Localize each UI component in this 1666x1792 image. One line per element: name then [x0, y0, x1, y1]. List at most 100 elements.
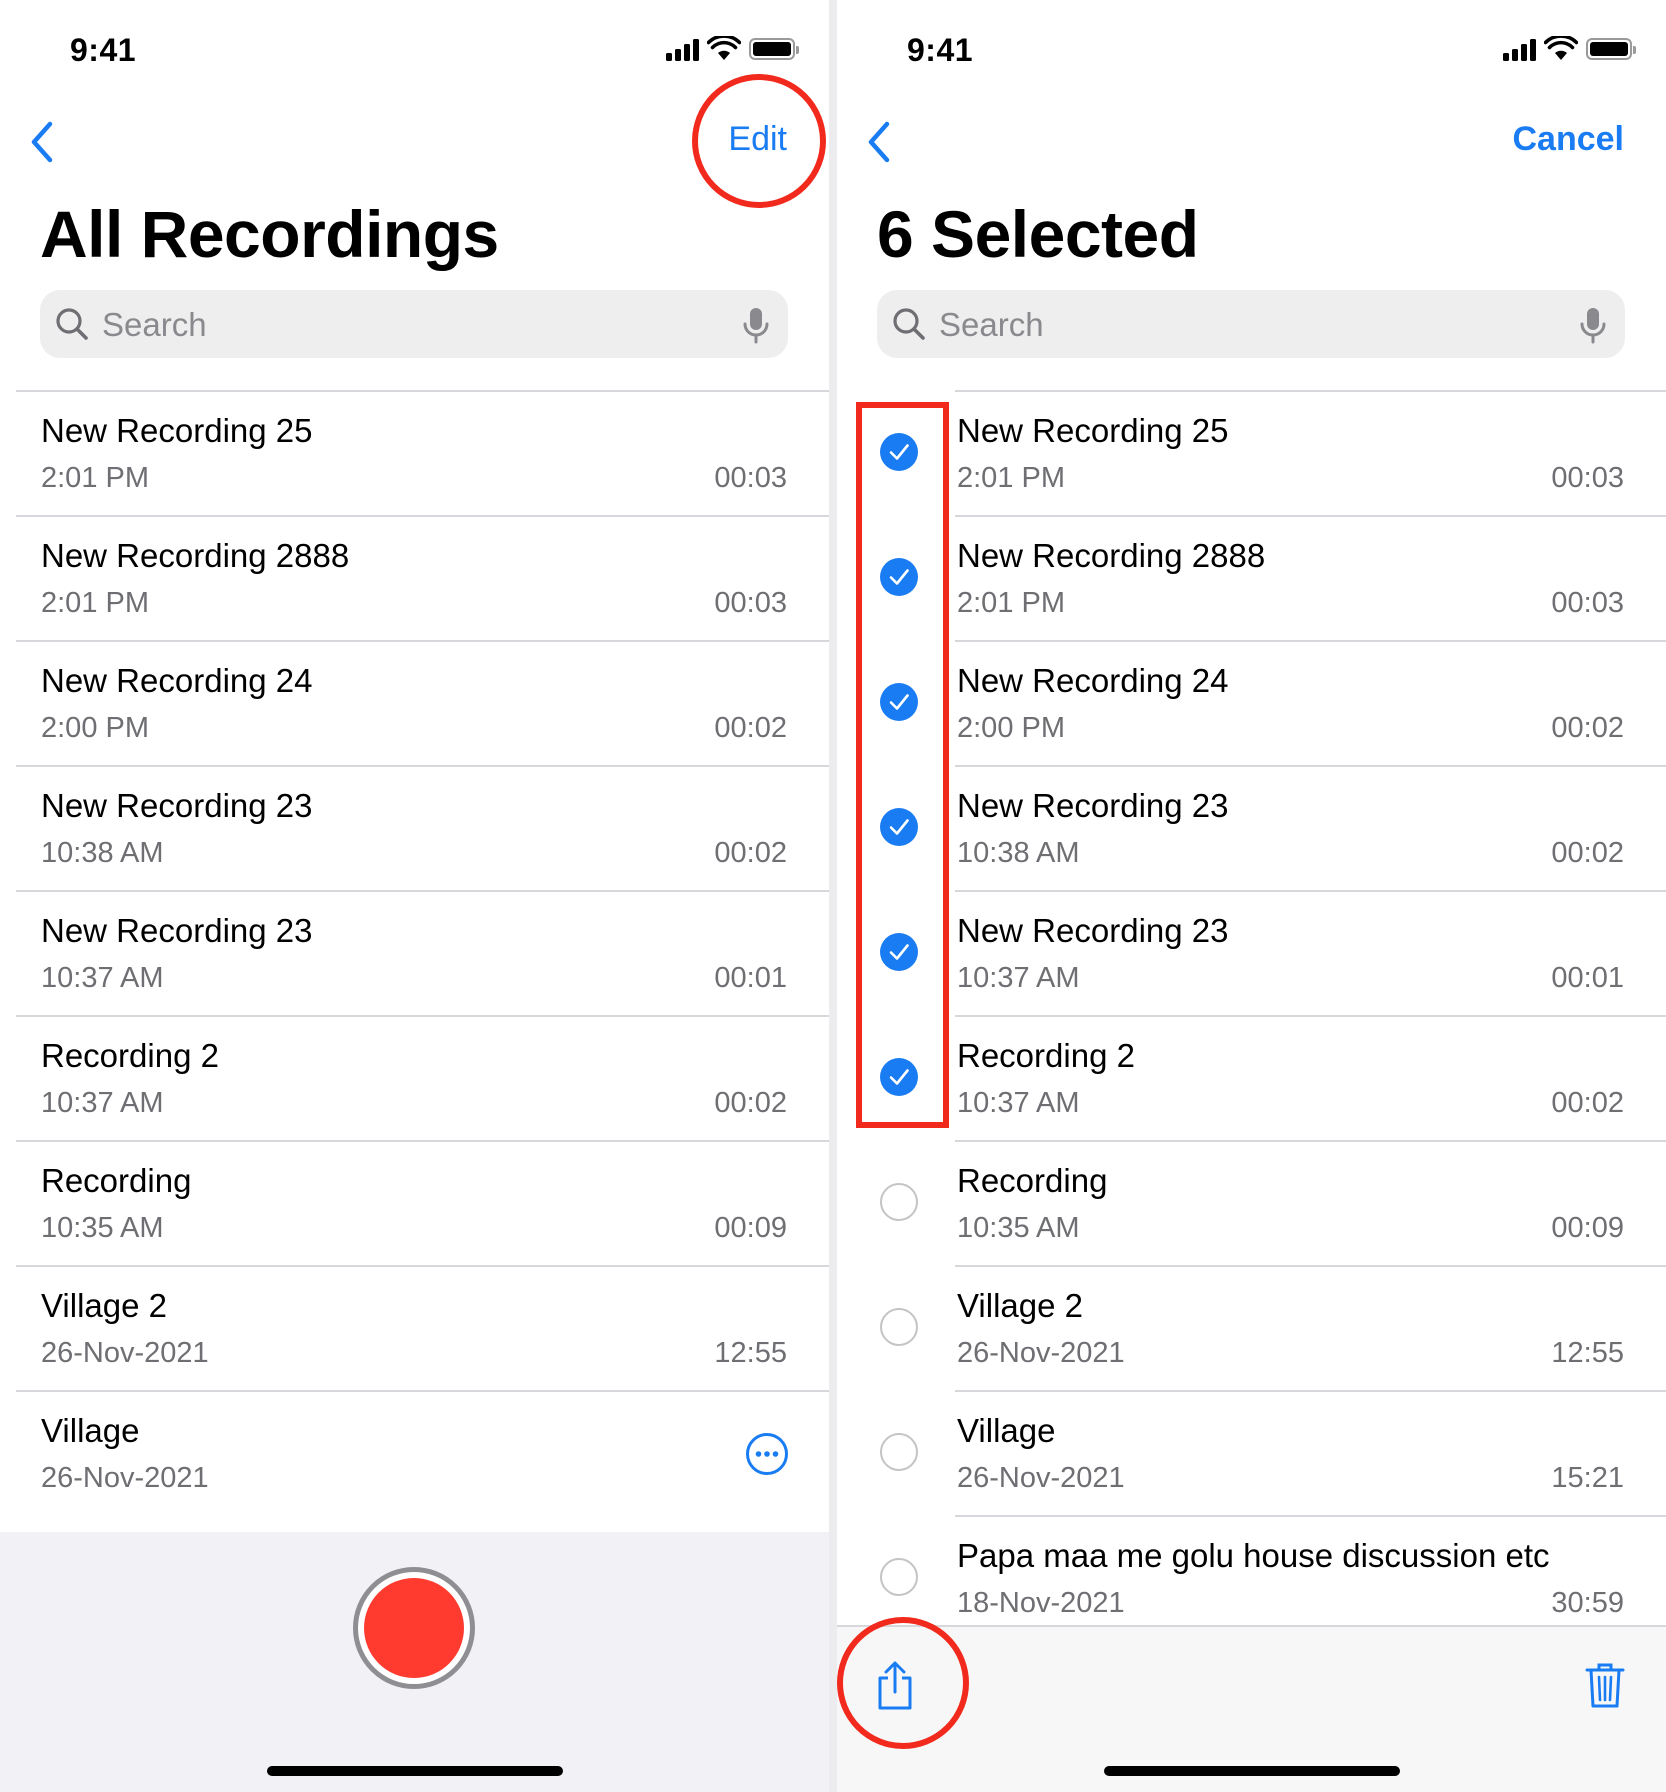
selected-checkmark-icon[interactable] — [880, 558, 918, 596]
recording-duration: 00:09 — [714, 1212, 787, 1244]
recording-duration: 00:03 — [714, 587, 787, 619]
search-bar[interactable] — [877, 290, 1625, 360]
recording-title: Village 2 — [41, 1287, 167, 1324]
recording-date: 2:00 PM — [957, 712, 1065, 744]
recording-date: 10:37 AM — [957, 1087, 1080, 1119]
recording-title: Recording — [957, 1162, 1108, 1199]
page-title: 6 Selected — [877, 197, 1199, 271]
recording-duration: 00:02 — [1551, 1087, 1624, 1119]
recording-row[interactable]: New Recording 2888 2:01 PM 00:03 — [837, 515, 1666, 640]
recording-date: 2:01 PM — [957, 587, 1065, 619]
selected-checkmark-icon[interactable] — [880, 808, 918, 846]
unselected-circle-icon[interactable] — [880, 1433, 918, 1471]
selected-checkmark-icon[interactable] — [880, 433, 918, 471]
all-recordings-screen: 9:41 Edit All Recordings New Recording 2… — [0, 0, 829, 1792]
recording-row[interactable]: Papa maa me golu house discussion etc 18… — [837, 1515, 1666, 1640]
recording-row[interactable]: New Recording 25 2:01 PM 00:03 — [0, 390, 829, 515]
recording-title: New Recording 24 — [41, 662, 313, 699]
search-bar[interactable] — [40, 290, 788, 360]
recording-row[interactable]: Recording 10:35 AM 00:09 — [0, 1140, 829, 1265]
recording-date: 26-Nov-2021 — [957, 1462, 1125, 1494]
microphone-icon[interactable] — [1579, 306, 1607, 344]
status-time: 9:41 — [70, 32, 137, 68]
unselected-circle-icon[interactable] — [880, 1558, 918, 1596]
recording-row[interactable]: New Recording 24 2:00 PM 00:02 — [0, 640, 829, 765]
unselected-circle-icon[interactable] — [880, 1308, 918, 1346]
recording-title: New Recording 2888 — [957, 537, 1266, 574]
recording-duration: 00:03 — [714, 462, 787, 494]
recording-duration: 00:09 — [1551, 1212, 1624, 1244]
search-icon — [893, 308, 925, 340]
edit-button[interactable]: Edit — [728, 120, 787, 159]
recording-title: New Recording 23 — [957, 912, 1229, 949]
recording-row[interactable]: Village 2 26-Nov-2021 12:55 — [837, 1265, 1666, 1390]
selected-checkmark-icon[interactable] — [880, 683, 918, 721]
cellular-signal-icon — [1503, 37, 1536, 61]
recording-title: Recording 2 — [41, 1037, 219, 1074]
search-input[interactable] — [937, 290, 1561, 360]
recording-title: New Recording 23 — [41, 912, 313, 949]
search-icon — [56, 308, 88, 340]
recording-title: Village — [41, 1412, 140, 1449]
recording-duration: 30:59 — [1551, 1587, 1624, 1619]
recording-row[interactable]: New Recording 2888 2:01 PM 00:03 — [0, 515, 829, 640]
battery-icon — [1586, 38, 1636, 60]
recordings-list: New Recording 25 2:01 PM 00:03 New Recor… — [837, 390, 1666, 1640]
selected-checkmark-icon[interactable] — [880, 1058, 918, 1096]
microphone-icon[interactable] — [742, 306, 770, 344]
more-icon[interactable] — [745, 1432, 789, 1476]
recording-duration: 00:01 — [714, 962, 787, 994]
recording-row[interactable]: New Recording 23 10:38 AM 00:02 — [837, 765, 1666, 890]
chevron-left-icon[interactable] — [863, 120, 893, 164]
recording-date: 2:00 PM — [41, 712, 149, 744]
recording-duration: 00:02 — [714, 1087, 787, 1119]
recording-duration: 00:03 — [1551, 462, 1624, 494]
recording-date: 2:01 PM — [41, 587, 149, 619]
recording-title: Recording — [41, 1162, 192, 1199]
status-icons — [666, 36, 799, 62]
trash-icon[interactable] — [1584, 1660, 1626, 1710]
recording-date: 18-Nov-2021 — [957, 1587, 1125, 1619]
recording-row[interactable]: New Recording 23 10:37 AM 00:01 — [0, 890, 829, 1015]
recording-title: Papa maa me golu house discussion etc — [957, 1537, 1550, 1574]
unselected-circle-icon[interactable] — [880, 1183, 918, 1221]
recording-date: 10:38 AM — [41, 837, 164, 869]
cancel-button[interactable]: Cancel — [1513, 120, 1625, 159]
recording-date: 26-Nov-2021 — [957, 1337, 1125, 1369]
chevron-left-icon[interactable] — [26, 120, 56, 164]
recording-date: 10:38 AM — [957, 837, 1080, 869]
recording-row[interactable]: Village 26-Nov-2021 — [0, 1390, 829, 1515]
recording-title: New Recording 23 — [957, 787, 1229, 824]
recording-row[interactable]: New Recording 24 2:00 PM 00:02 — [837, 640, 1666, 765]
recording-row[interactable]: New Recording 23 10:37 AM 00:01 — [837, 890, 1666, 1015]
recording-row[interactable]: Recording 2 10:37 AM 00:02 — [0, 1015, 829, 1140]
home-indicator — [1103, 1766, 1400, 1776]
recording-duration: 00:02 — [1551, 837, 1624, 869]
recording-row[interactable]: Village 2 26-Nov-2021 12:55 — [0, 1265, 829, 1390]
recording-duration: 12:55 — [1551, 1337, 1624, 1369]
recording-title: Village 2 — [957, 1287, 1083, 1324]
recording-title: New Recording 2888 — [41, 537, 350, 574]
share-icon[interactable] — [873, 1660, 917, 1712]
recording-row[interactable]: Recording 2 10:37 AM 00:02 — [837, 1015, 1666, 1140]
record-button[interactable] — [353, 1567, 475, 1689]
recording-date: 10:37 AM — [41, 962, 164, 994]
battery-icon — [749, 38, 799, 60]
recording-row[interactable]: New Recording 23 10:38 AM 00:02 — [0, 765, 829, 890]
recording-title: New Recording 25 — [957, 412, 1229, 449]
recordings-list: New Recording 25 2:01 PM 00:03 New Recor… — [0, 390, 829, 1515]
status-time: 9:41 — [907, 32, 974, 68]
wifi-icon — [1544, 36, 1578, 60]
recording-row[interactable]: Recording 10:35 AM 00:09 — [837, 1140, 1666, 1265]
recording-date: 26-Nov-2021 — [41, 1462, 209, 1494]
recording-title: Village — [957, 1412, 1056, 1449]
recording-title: New Recording 24 — [957, 662, 1229, 699]
recording-title: New Recording 23 — [41, 787, 313, 824]
selected-checkmark-icon[interactable] — [880, 933, 918, 971]
screen-divider — [829, 0, 837, 1792]
recording-row[interactable]: Village 26-Nov-2021 15:21 — [837, 1390, 1666, 1515]
recording-duration: 00:02 — [714, 712, 787, 744]
recording-row[interactable]: New Recording 25 2:01 PM 00:03 — [837, 390, 1666, 515]
recording-title: New Recording 25 — [41, 412, 313, 449]
search-input[interactable] — [100, 290, 724, 360]
